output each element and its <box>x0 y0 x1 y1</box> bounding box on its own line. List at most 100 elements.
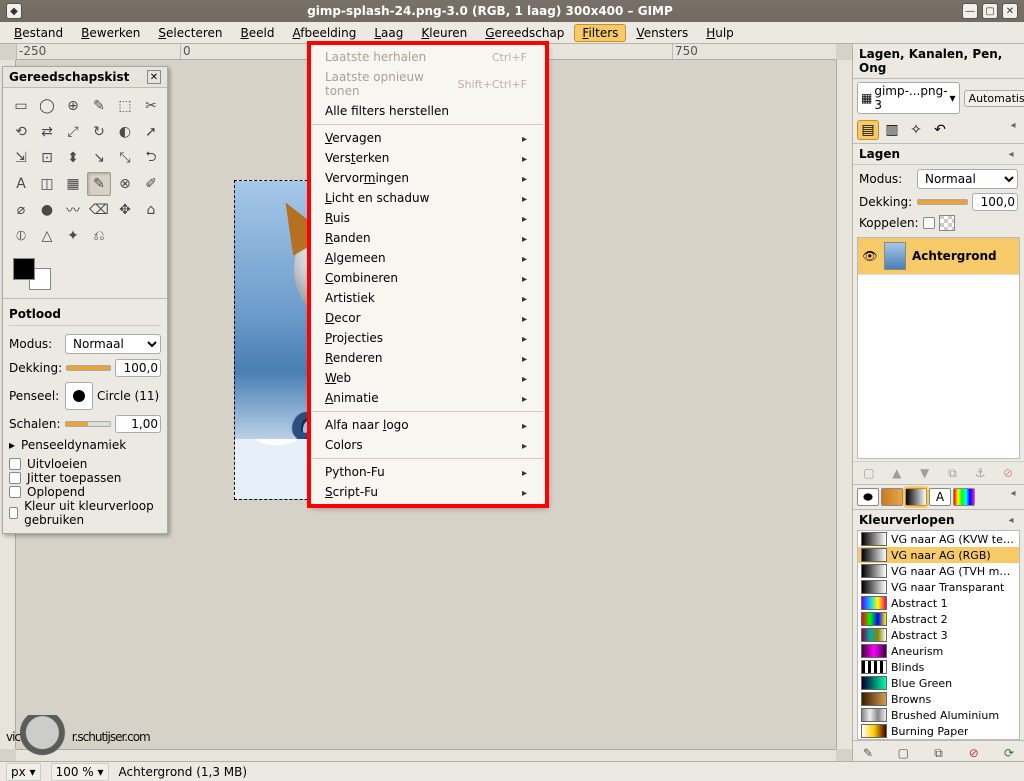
gradient-item[interactable]: Browns <box>858 691 1019 707</box>
menuitem-web[interactable]: Web <box>311 368 545 388</box>
menuitem-versterken[interactable]: Versterken <box>311 148 545 168</box>
menuitem-decor[interactable]: Decor <box>311 308 545 328</box>
auto-button[interactable]: Automatisch <box>964 90 1024 107</box>
gradient-item[interactable]: Aneurism <box>858 643 1019 659</box>
tool-13[interactable]: ⊡ <box>35 146 59 170</box>
lock-alpha-icon[interactable] <box>939 215 955 231</box>
menuitem-projecties[interactable]: Projecties <box>311 328 545 348</box>
tab-menu-icon[interactable]: ◂ <box>1006 120 1020 140</box>
menu-afbeelding[interactable]: Afbeelding <box>284 24 364 42</box>
tool-30[interactable]: ⦶ <box>9 224 33 248</box>
layer-row[interactable]: 👁 Achtergrond <box>858 238 1019 275</box>
layer-opacity-spin[interactable] <box>972 193 1018 211</box>
zoom-selector[interactable]: 100 % ▾ <box>51 763 109 781</box>
menu-gereedschap[interactable]: Gereedschap <box>477 24 572 42</box>
close-icon[interactable]: ✕ <box>147 70 161 84</box>
tool-6[interactable]: ⟲ <box>9 120 33 144</box>
new-layer-icon[interactable]: ▢ <box>860 465 878 481</box>
option-checkbox[interactable]: Kleur uit kleurverloop gebruiken <box>9 499 161 527</box>
menu-beeld[interactable]: Beeld <box>233 24 283 42</box>
tool-22[interactable]: ⊗ <box>113 172 137 196</box>
delete-layer-icon[interactable]: ⊘ <box>999 465 1017 481</box>
tool-0[interactable]: ▭ <box>9 94 33 118</box>
menubar[interactable]: BestandBewerkenSelecterenBeeldAfbeelding… <box>0 22 1024 44</box>
menu-selecteren[interactable]: Selecteren <box>150 24 230 42</box>
tab-layers-icon[interactable]: ▤ <box>857 120 879 140</box>
tool-24[interactable]: ⌀ <box>9 198 33 222</box>
tab-menu-icon[interactable]: ◂ <box>1006 488 1020 506</box>
gradient-item[interactable]: Abstract 1 <box>858 595 1019 611</box>
menuitem-script-fu[interactable]: Script-Fu <box>311 482 545 502</box>
menuitem-artistiek[interactable]: Artistiek <box>311 288 545 308</box>
layer-mode-select[interactable]: Normaal <box>917 169 1018 189</box>
gradient-item[interactable]: Blue Green <box>858 675 1019 691</box>
tool-3[interactable]: ✎ <box>87 94 111 118</box>
tool-10[interactable]: ◐ <box>113 120 137 144</box>
new-gradient-icon[interactable]: ▢ <box>894 745 912 761</box>
layer-opacity-slider[interactable] <box>917 199 968 205</box>
menuitem-algemeen[interactable]: Algemeen <box>311 248 545 268</box>
menuitem-animatie[interactable]: Animatie <box>311 388 545 408</box>
tool-33[interactable]: ⎌ <box>87 224 111 248</box>
menuitem-renderen[interactable]: Renderen <box>311 348 545 368</box>
gradient-item[interactable]: VG naar AG (RGB) <box>858 547 1019 563</box>
tool-26[interactable]: 〰 <box>61 198 85 222</box>
menuitem-python-fu[interactable]: Python-Fu <box>311 462 545 482</box>
gradient-item[interactable]: Burning Paper <box>858 723 1019 739</box>
layers-list[interactable]: 👁 Achtergrond <box>857 237 1020 459</box>
menuitem-alle-filters-herstellen[interactable]: Alle filters herstellen <box>311 101 545 121</box>
gradient-item[interactable]: VG naar AG (KVW tegen <box>858 531 1019 547</box>
lock-pixels-checkbox[interactable] <box>923 217 935 229</box>
gradient-item[interactable]: Abstract 3 <box>858 627 1019 643</box>
color-swatches[interactable] <box>3 254 167 298</box>
tool-8[interactable]: ⤢ <box>61 120 85 144</box>
menuitem-colors[interactable]: Colors <box>311 435 545 455</box>
menu-vensters[interactable]: Vensters <box>628 24 696 42</box>
tool-5[interactable]: ✂ <box>139 94 163 118</box>
gradients-list[interactable]: VG naar AG (KVW tegenVG naar AG (RGB)VG … <box>857 530 1020 740</box>
tool-32[interactable]: ✦ <box>61 224 85 248</box>
menuitem-vervagen[interactable]: Vervagen <box>311 128 545 148</box>
delete-gradient-icon[interactable]: ⊘ <box>965 745 983 761</box>
tool-23[interactable]: ✐ <box>139 172 163 196</box>
gradient-item[interactable]: Blinds <box>858 659 1019 675</box>
tab-channels-icon[interactable]: ▥ <box>881 120 903 140</box>
tool-27[interactable]: ⌫ <box>87 198 111 222</box>
tool-31[interactable]: △ <box>35 224 59 248</box>
mode-select[interactable]: Normaal <box>65 334 161 354</box>
maximize-icon[interactable]: ▢ <box>982 3 998 19</box>
tool-12[interactable]: ⇲ <box>9 146 33 170</box>
tool-9[interactable]: ↻ <box>87 120 111 144</box>
tab-pattern-icon[interactable] <box>881 488 903 506</box>
edit-gradient-icon[interactable]: ✎ <box>859 745 877 761</box>
close-icon[interactable]: ✕ <box>1002 3 1018 19</box>
tool-20[interactable]: ▦ <box>61 172 85 196</box>
anchor-layer-icon[interactable]: ⚓ <box>971 465 989 481</box>
tool-14[interactable]: ⬍ <box>61 146 85 170</box>
option-checkbox[interactable]: Jitter toepassen <box>9 471 161 485</box>
scrollbar-vertical[interactable] <box>836 60 852 749</box>
filters-dropdown[interactable]: Laatste herhalenCtrl+FLaatste opnieuw to… <box>310 44 546 505</box>
panel-menu-icon[interactable]: ◂ <box>1004 515 1018 526</box>
brush-well[interactable] <box>65 382 93 410</box>
tool-29[interactable]: ⌂ <box>139 198 163 222</box>
tool-19[interactable]: ◫ <box>35 172 59 196</box>
tab-gradient-icon[interactable] <box>905 488 927 506</box>
tool-21[interactable]: ✎ <box>87 172 111 196</box>
menu-laag[interactable]: Laag <box>366 24 411 42</box>
tool-11[interactable]: ➚ <box>139 120 163 144</box>
option-checkbox[interactable]: Oplopend <box>9 485 161 499</box>
menuitem-ruis[interactable]: Ruis <box>311 208 545 228</box>
minimize-icon[interactable]: — <box>962 3 978 19</box>
tool-17[interactable]: ⮌ <box>139 146 163 170</box>
gradient-item[interactable]: Abstract 2 <box>858 611 1019 627</box>
raise-layer-icon[interactable]: ▲ <box>888 465 906 481</box>
menuitem-randen[interactable]: Randen <box>311 228 545 248</box>
unit-selector[interactable]: px ▾ <box>6 763 41 781</box>
visibility-eye-icon[interactable]: 👁 <box>862 249 878 263</box>
opacity-spin[interactable] <box>115 359 161 377</box>
menu-filters[interactable]: Filters <box>574 24 626 42</box>
opacity-slider[interactable] <box>66 365 111 371</box>
tool-28[interactable]: ✥ <box>113 198 137 222</box>
scale-slider[interactable] <box>65 421 111 427</box>
